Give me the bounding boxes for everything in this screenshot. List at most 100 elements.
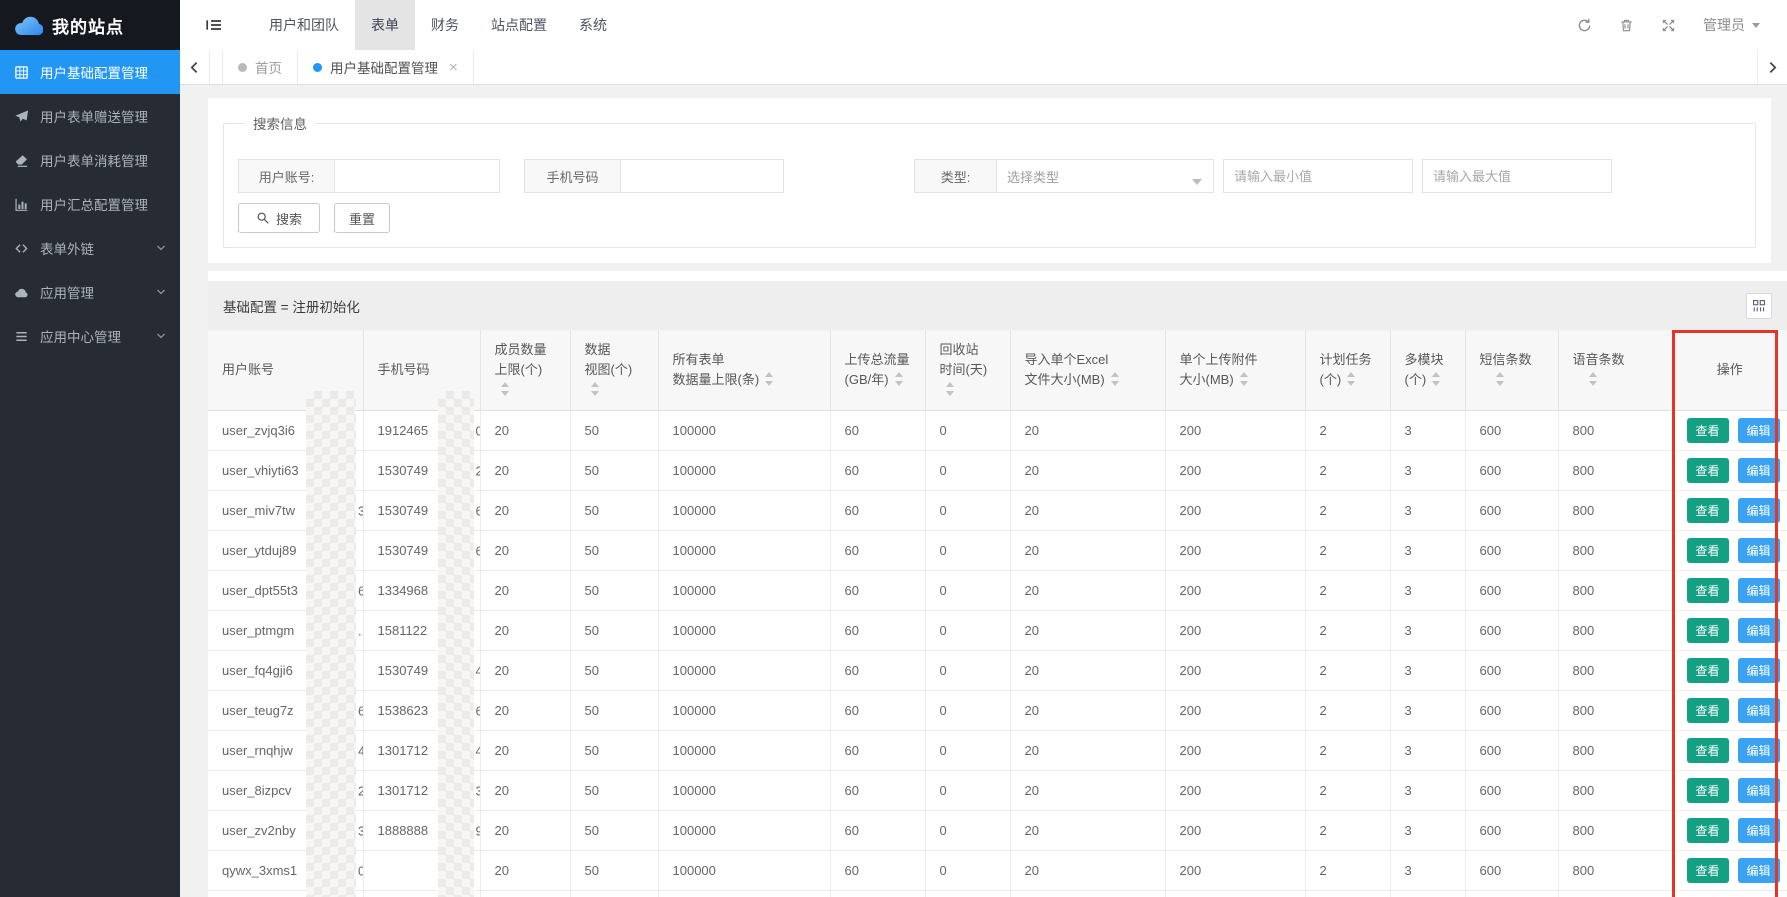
column-header-2[interactable]: 成员数量上限(个) [480, 330, 570, 411]
edit-button[interactable]: 编辑 [1738, 858, 1780, 883]
search-button[interactable]: 搜索 [238, 203, 320, 233]
tabs-scroll-right-icon[interactable] [1757, 50, 1787, 84]
view-button[interactable]: 查看 [1687, 418, 1729, 443]
phone-input[interactable] [620, 159, 784, 193]
column-header-12[interactable]: 语音条数 [1558, 330, 1672, 411]
edit-button[interactable]: 编辑 [1738, 658, 1780, 683]
phone-cell: 15307492 [363, 451, 480, 491]
column-header-5[interactable]: 上传总流量(GB/年) [830, 330, 925, 411]
nav-tab-1[interactable]: 表单 [355, 0, 415, 50]
nav-tab-2[interactable]: 财务 [415, 0, 475, 50]
value-cell-3: 60 [830, 771, 925, 811]
edit-button[interactable]: 编辑 [1738, 818, 1780, 843]
sort-icon[interactable] [591, 381, 600, 397]
sidebar-item-3[interactable]: 用户汇总配置管理 [0, 182, 180, 226]
sort-icon[interactable] [1432, 371, 1441, 387]
edit-button[interactable]: 编辑 [1738, 698, 1780, 723]
search-legend: 搜索信息 [246, 113, 314, 133]
sort-icon[interactable] [1347, 371, 1356, 387]
edit-button[interactable]: 编辑 [1738, 498, 1780, 523]
nav-tab-0[interactable]: 用户和团队 [253, 0, 355, 50]
sort-icon[interactable] [1589, 371, 1598, 387]
sidebar-item-5[interactable]: 应用管理 [0, 270, 180, 314]
menu-toggle-icon[interactable] [180, 17, 239, 33]
column-header-9[interactable]: 计划任务(个) [1305, 330, 1390, 411]
view-button[interactable]: 查看 [1687, 658, 1729, 683]
value-cell-9: 600 [1465, 731, 1558, 771]
table-row-1: user_vhiyti63153074922050100000600202002… [208, 451, 1787, 491]
column-header-8[interactable]: 单个上传附件大小(MB) [1165, 330, 1305, 411]
fullscreen-icon[interactable] [1661, 18, 1676, 33]
value-cell-10: 800 [1558, 851, 1672, 891]
actions-cell: 查看编辑 [1672, 691, 1787, 731]
sort-icon[interactable] [501, 381, 510, 397]
column-header-3[interactable]: 数据视图(个) [570, 330, 658, 411]
edit-button[interactable]: 编辑 [1738, 578, 1780, 603]
view-button[interactable]: 查看 [1687, 738, 1729, 763]
page-tab-1[interactable]: 用户基础配置管理× [297, 50, 474, 84]
value-cell-1: 50 [570, 571, 658, 611]
reset-button[interactable]: 重置 [334, 203, 390, 233]
value-cell-4: 0 [925, 731, 1010, 771]
nav-tab-4[interactable]: 系统 [563, 0, 623, 50]
cloud-logo-icon [13, 14, 43, 37]
view-button[interactable]: 查看 [1687, 858, 1729, 883]
min-value-input[interactable] [1223, 159, 1413, 193]
column-header-4[interactable]: 所有表单数据量上限(条) [658, 330, 830, 411]
view-button[interactable]: 查看 [1687, 778, 1729, 803]
sort-icon[interactable] [765, 371, 774, 387]
edit-button[interactable]: 编辑 [1738, 418, 1780, 443]
sidebar-item-6[interactable]: 应用中心管理 [0, 314, 180, 358]
phone-prefix: 1530749 [378, 503, 429, 518]
actions-cell: 查看编辑 [1672, 531, 1787, 571]
admin-dropdown[interactable]: 管理员 [1703, 15, 1760, 35]
sidebar-item-4[interactable]: 表单外链 [0, 226, 180, 270]
account-prefix: user_vhiyti63 [222, 463, 299, 478]
sidebar-item-2[interactable]: 用户表单消耗管理 [0, 138, 180, 182]
sort-icon[interactable] [946, 381, 955, 397]
column-header-6[interactable]: 回收站时间(天) [925, 330, 1010, 411]
sidebar-item-label: 用户基础配置管理 [40, 62, 148, 82]
close-icon[interactable]: × [449, 60, 458, 75]
sidebar-item-1[interactable]: 用户表单赠送管理 [0, 94, 180, 138]
edit-button[interactable]: 编辑 [1738, 458, 1780, 483]
edit-button[interactable]: 编辑 [1738, 778, 1780, 803]
edit-button[interactable]: 编辑 [1738, 738, 1780, 763]
max-value-input[interactable] [1422, 159, 1612, 193]
view-button[interactable]: 查看 [1687, 698, 1729, 723]
value-cell-2: 100000 [658, 491, 830, 531]
sort-icon[interactable] [1240, 371, 1249, 387]
value-cell-0: 20 [480, 731, 570, 771]
sort-icon[interactable] [1111, 371, 1120, 387]
refresh-icon[interactable] [1577, 18, 1592, 33]
column-header-10[interactable]: 多模块(个) [1390, 330, 1465, 411]
view-button[interactable]: 查看 [1687, 538, 1729, 563]
page-tab-0[interactable]: 首页 [222, 50, 298, 84]
value-cell-2: 100000 [658, 691, 830, 731]
edit-button[interactable]: 编辑 [1738, 538, 1780, 563]
value-cell-4: 0 [925, 891, 1010, 897]
value-cell-3: 60 [830, 411, 925, 451]
type-select[interactable]: 选择类型 [996, 159, 1214, 193]
actions-cell: 查看编辑 [1672, 411, 1787, 451]
sort-icon[interactable] [895, 371, 904, 387]
nav-tab-3[interactable]: 站点配置 [475, 0, 563, 50]
column-header-11[interactable]: 短信条数 [1465, 330, 1558, 411]
value-cell-0: 20 [480, 891, 570, 897]
account-input[interactable] [334, 159, 500, 193]
sidebar-item-0[interactable]: 用户基础配置管理 [0, 50, 180, 94]
view-button[interactable]: 查看 [1687, 498, 1729, 523]
sort-icon[interactable] [1496, 371, 1505, 387]
column-settings-button[interactable] [1746, 293, 1772, 319]
column-header-7[interactable]: 导入单个Excel文件大小(MB) [1010, 330, 1165, 411]
trash-icon[interactable] [1619, 18, 1634, 33]
view-button[interactable]: 查看 [1687, 458, 1729, 483]
edit-button[interactable]: 编辑 [1738, 618, 1780, 643]
search-icon [256, 211, 270, 225]
value-cell-4: 0 [925, 491, 1010, 531]
view-button[interactable]: 查看 [1687, 578, 1729, 603]
tabs-scroll-left-icon[interactable] [180, 50, 210, 84]
view-button[interactable]: 查看 [1687, 618, 1729, 643]
table-row-0: user_zvjq3i61912465020501000006002020023… [208, 411, 1787, 451]
view-button[interactable]: 查看 [1687, 818, 1729, 843]
